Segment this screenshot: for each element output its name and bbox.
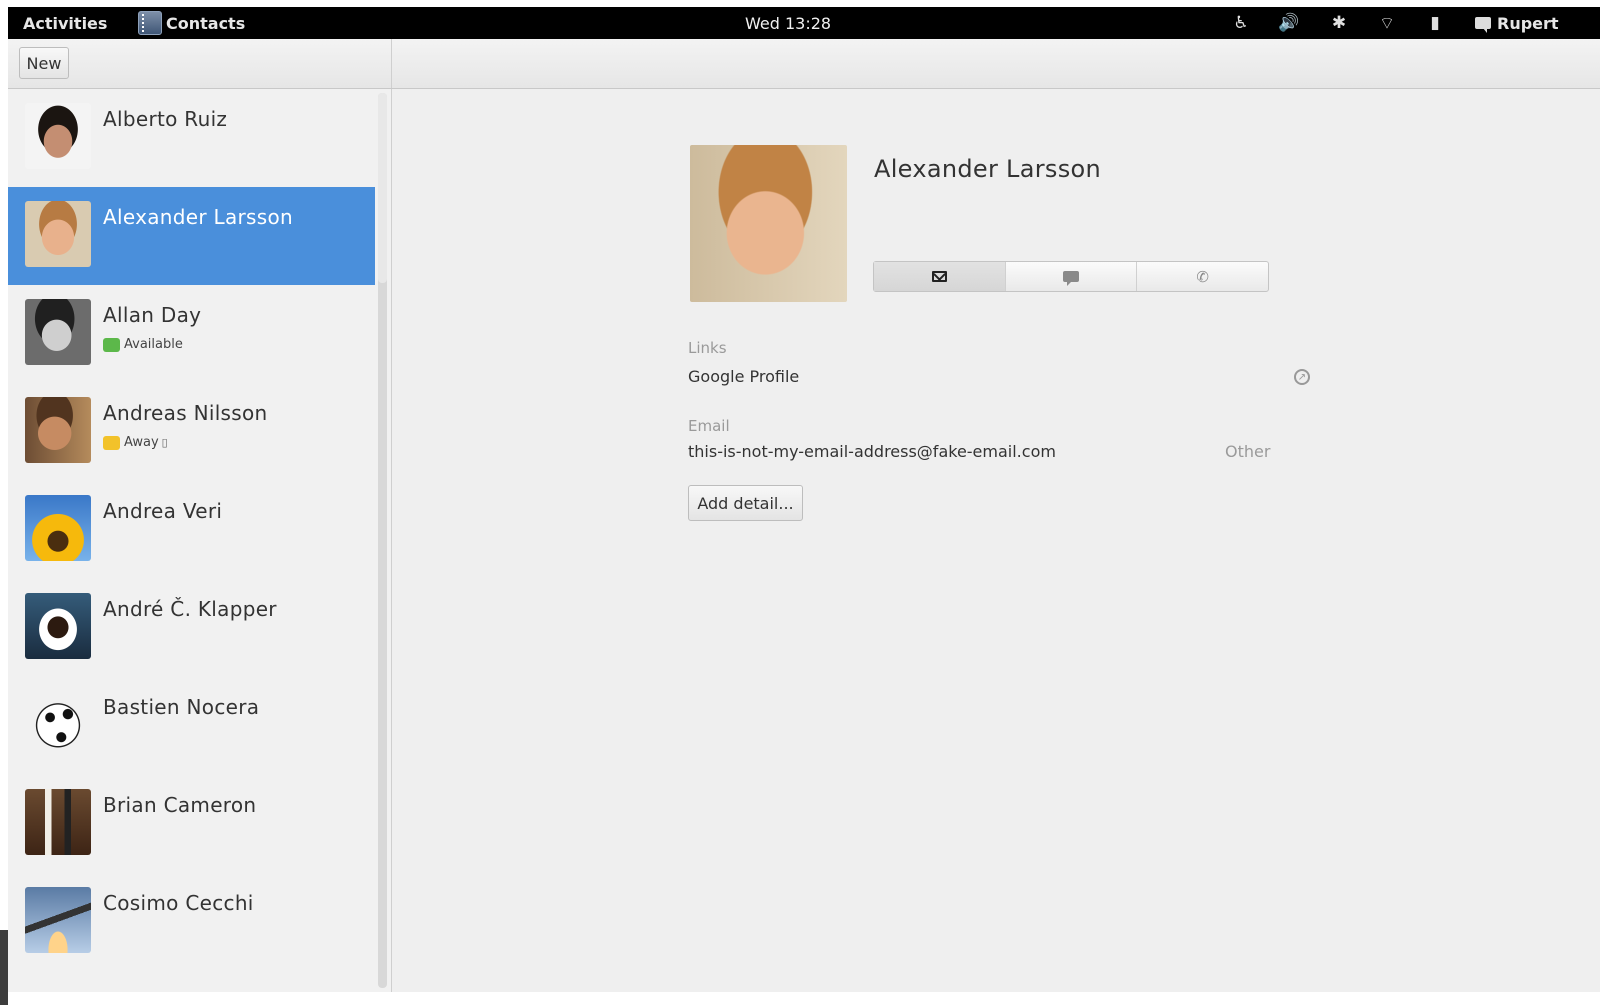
- contact-row-alexander-larsson[interactable]: Alexander Larsson: [8, 187, 375, 285]
- avatar: [25, 299, 91, 365]
- toolbar-divider: [391, 39, 392, 88]
- contact-row-andreas-nilsson[interactable]: Andreas Nilsson Away ▯: [8, 383, 375, 481]
- accessibility-icon[interactable]: ♿: [1230, 11, 1252, 35]
- contact-row-allan-day[interactable]: Allan Day Available: [8, 285, 375, 383]
- contact-row-andre-klapper[interactable]: André Č. Klapper: [8, 579, 375, 677]
- desktop-screen: Activities Contacts Wed 13:28 ♿ 🔊 ✱ ⌔ ▮ …: [8, 7, 1600, 992]
- contact-name: Bastien Nocera: [103, 695, 260, 719]
- contact-list: Alberto Ruiz Alexander Larsson Allan Day…: [8, 89, 392, 992]
- activities-button[interactable]: Activities: [23, 14, 107, 33]
- app-name: Contacts: [166, 13, 246, 33]
- avatar: [25, 201, 91, 267]
- toolbar: New: [8, 39, 1600, 89]
- contact-actions: ✆: [873, 261, 1269, 292]
- add-detail-button[interactable]: Add detail...: [688, 485, 803, 521]
- contact-name: Cosimo Cecchi: [103, 891, 254, 915]
- top-bar: Activities Contacts Wed 13:28 ♿ 🔊 ✱ ⌔ ▮ …: [8, 7, 1600, 39]
- wifi-icon[interactable]: ⌔: [1376, 11, 1398, 35]
- external-link-icon[interactable]: ↗: [1294, 369, 1310, 385]
- contact-row-alberto-ruiz[interactable]: Alberto Ruiz: [8, 89, 375, 187]
- contact-name: Andreas Nilsson: [103, 401, 268, 425]
- chat-status-icon: [1475, 17, 1491, 33]
- new-contact-button[interactable]: New: [19, 47, 69, 79]
- contact-row-bastien-nocera[interactable]: Bastien Nocera: [8, 677, 375, 775]
- contact-photo[interactable]: [690, 145, 847, 302]
- send-email-button[interactable]: [874, 262, 1006, 291]
- presence-status: Away ▯: [103, 435, 168, 450]
- bluetooth-icon[interactable]: ✱: [1328, 11, 1350, 35]
- contact-row-brian-cameron[interactable]: Brian Cameron: [8, 775, 375, 873]
- presence-status: Available: [103, 337, 183, 352]
- email-value[interactable]: this-is-not-my-email-address@fake-email.…: [688, 442, 1056, 461]
- contacts-app-icon: [138, 11, 162, 35]
- avatar: [25, 789, 91, 855]
- contact-name: Alberto Ruiz: [103, 107, 228, 131]
- contact-name: Andrea Veri: [103, 499, 223, 523]
- away-icon: [103, 435, 120, 450]
- email-type: Other: [1225, 442, 1271, 461]
- contact-row-andrea-veri[interactable]: Andrea Veri: [8, 481, 375, 579]
- google-profile-link[interactable]: Google Profile: [688, 367, 799, 386]
- contact-name: André Č. Klapper: [103, 597, 277, 621]
- chat-button[interactable]: [1006, 262, 1138, 291]
- email-icon: [931, 271, 947, 282]
- phone-icon: ✆: [1196, 267, 1209, 286]
- links-label: Links: [688, 339, 727, 357]
- battery-icon[interactable]: ▮: [1424, 11, 1446, 35]
- avatar: [25, 495, 91, 561]
- volume-icon[interactable]: 🔊: [1278, 11, 1300, 35]
- email-label: Email: [688, 417, 730, 435]
- avatar: [25, 593, 91, 659]
- user-menu[interactable]: Rupert: [1475, 11, 1559, 35]
- status-text: Available: [124, 337, 183, 352]
- avatar: [25, 691, 91, 757]
- call-button[interactable]: ✆: [1137, 262, 1268, 291]
- contact-detail-pane: Alexander Larsson ✆ Links Google Profile…: [392, 89, 1600, 992]
- phone-device-icon: ▯: [161, 436, 168, 449]
- contact-name: Brian Cameron: [103, 793, 257, 817]
- contact-name: Alexander Larsson: [103, 205, 294, 229]
- status-text: Away: [124, 435, 159, 450]
- user-name: Rupert: [1497, 13, 1559, 33]
- app-menu[interactable]: Contacts: [138, 11, 245, 35]
- chat-icon: [1063, 271, 1079, 286]
- scrollbar-thumb[interactable]: [378, 93, 387, 283]
- avatar: [25, 887, 91, 953]
- scrollbar[interactable]: [378, 93, 387, 988]
- contact-name-heading: Alexander Larsson: [874, 155, 1101, 183]
- available-icon: [103, 337, 120, 352]
- window-shadow: [0, 930, 8, 1005]
- avatar: [25, 397, 91, 463]
- avatar: [25, 103, 91, 169]
- contact-row-cosimo-cecchi[interactable]: Cosimo Cecchi: [8, 873, 375, 971]
- clock[interactable]: Wed 13:28: [745, 14, 831, 33]
- contact-name: Allan Day: [103, 303, 202, 327]
